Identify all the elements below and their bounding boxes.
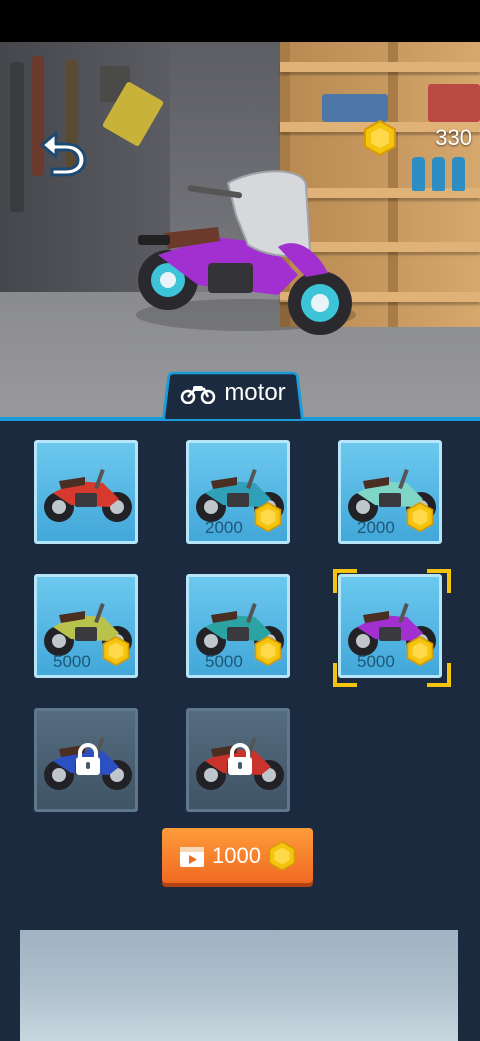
coin-badge <box>253 501 283 537</box>
bike-card-blue-sport-bike[interactable] <box>34 708 138 812</box>
lock-badge <box>73 743 103 782</box>
bike-card-teal-cruiser[interactable]: 2000 <box>186 440 290 544</box>
lock-icon <box>228 743 252 775</box>
bike-card-purple-cafe-racer[interactable]: 5000 <box>338 574 442 678</box>
bottle <box>412 157 425 191</box>
ad-banner[interactable] <box>20 930 458 1041</box>
video-ad-icon <box>180 846 205 867</box>
lock-icon <box>76 743 100 775</box>
shelf-post <box>388 42 398 327</box>
lock-badge <box>225 743 255 782</box>
shelf-board <box>280 62 480 72</box>
back-button[interactable] <box>34 125 92 177</box>
gold-coin-icon <box>364 120 396 156</box>
bike-card-olive-classic[interactable]: 5000 <box>34 574 138 678</box>
bike-card-red-sport-bike[interactable] <box>186 708 290 812</box>
red-toolbox <box>428 84 480 122</box>
coin-badge <box>101 635 131 671</box>
coin-badge <box>405 635 435 671</box>
gold-coin-icon <box>102 635 130 667</box>
coin-counter: 330 <box>360 118 480 156</box>
tab-motor-label: motor <box>224 379 286 406</box>
motorbike-icon <box>181 386 216 404</box>
bike-price: 5000 <box>357 652 395 671</box>
coin-amount: 330 <box>435 125 472 150</box>
watch-ad-coins-amount: 1000 <box>212 842 261 868</box>
undo-arrow-icon <box>40 131 87 177</box>
gold-coin-icon <box>254 501 282 533</box>
motorbike-preview <box>136 170 356 335</box>
watch-ad-coins-button[interactable]: 1000 <box>162 828 313 883</box>
bike-card-teal-classic[interactable]: 5000 <box>186 574 290 678</box>
bike-price: 2000 <box>205 518 243 537</box>
gold-coin-icon <box>406 501 434 533</box>
bike-price: 2000 <box>357 518 395 537</box>
hanging-tool <box>10 62 24 212</box>
status-bar <box>0 0 480 42</box>
gold-coin-icon <box>268 840 296 871</box>
bike-card-mint-scooter[interactable]: 2000 <box>338 440 442 544</box>
gold-coin-icon <box>254 635 282 667</box>
bike-price: 5000 <box>53 652 91 671</box>
bottle <box>432 157 445 191</box>
bike-thumbnail <box>44 469 132 522</box>
coin-badge <box>253 635 283 671</box>
gold-coin-icon <box>406 635 434 667</box>
bike-price: 5000 <box>205 652 243 671</box>
bike-card-red-dirt-bike[interactable] <box>34 440 138 544</box>
tab-motor[interactable]: motor <box>162 370 304 416</box>
coin-badge <box>405 501 435 537</box>
bottle <box>452 157 465 191</box>
